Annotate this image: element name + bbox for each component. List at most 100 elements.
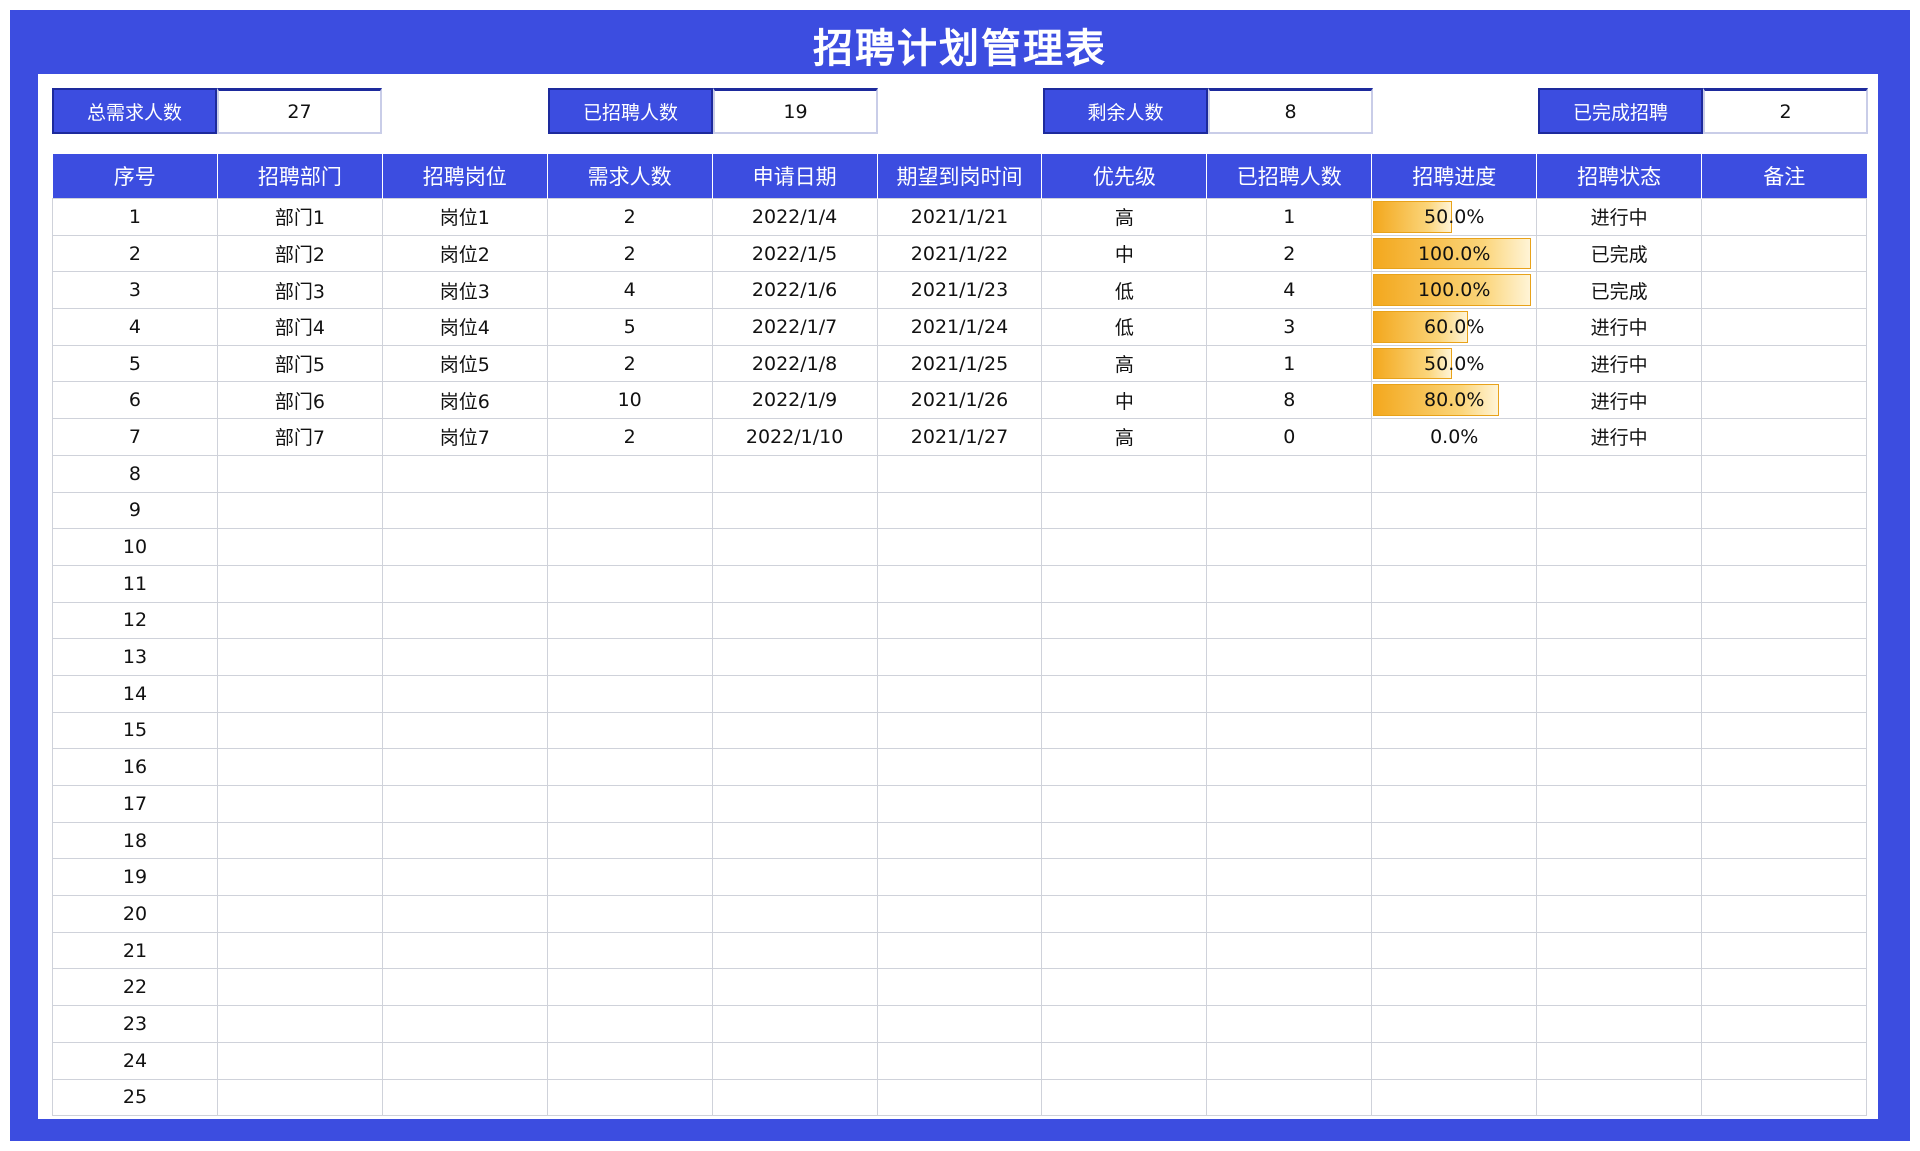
cell-no[interactable]: 24 (52, 1041, 218, 1080)
cell-need[interactable] (546, 968, 713, 1007)
cell-dept[interactable] (216, 1078, 383, 1117)
cell-status[interactable] (1536, 1041, 1703, 1080)
cell-expect-date[interactable] (876, 638, 1043, 676)
cell-post[interactable] (381, 748, 548, 786)
cell-priority[interactable]: 高 (1041, 344, 1208, 383)
cell-status[interactable] (1536, 674, 1703, 713)
cell-post[interactable] (381, 638, 548, 676)
cell-priority[interactable] (1041, 1005, 1208, 1043)
cell-post[interactable] (381, 1078, 548, 1117)
cell-hired[interactable] (1206, 1005, 1373, 1043)
cell-progress[interactable]: 80.0% (1371, 381, 1538, 420)
cell-note[interactable] (1701, 344, 1867, 383)
cell-dept[interactable] (216, 931, 383, 970)
cell-no[interactable]: 7 (52, 418, 218, 456)
cell-status[interactable] (1536, 711, 1703, 750)
cell-apply-date[interactable] (711, 638, 878, 676)
cell-need[interactable] (546, 895, 713, 933)
cell-post[interactable] (381, 968, 548, 1007)
cell-need[interactable]: 4 (546, 271, 713, 310)
cell-dept[interactable] (216, 564, 383, 603)
cell-progress[interactable]: 50.0% (1371, 198, 1538, 236)
cell-hired[interactable]: 8 (1206, 381, 1373, 420)
cell-progress[interactable] (1371, 785, 1538, 823)
cell-note[interactable] (1701, 748, 1867, 786)
cell-expect-date[interactable]: 2021/1/27 (876, 418, 1043, 456)
cell-no[interactable]: 18 (52, 821, 218, 860)
column-header[interactable]: 招聘部门 (217, 154, 383, 199)
cell-post[interactable] (381, 858, 548, 897)
cell-priority[interactable] (1041, 858, 1208, 897)
cell-no[interactable]: 10 (52, 528, 218, 566)
cell-apply-date[interactable]: 2022/1/9 (711, 381, 878, 420)
column-header[interactable]: 序号 (52, 154, 218, 199)
column-header[interactable]: 申请日期 (712, 154, 878, 199)
cell-post[interactable]: 岗位1 (381, 198, 548, 236)
cell-need[interactable] (546, 564, 713, 603)
cell-dept[interactable]: 部门6 (216, 381, 383, 420)
cell-status[interactable]: 已完成 (1536, 271, 1703, 310)
cell-progress[interactable]: 60.0% (1371, 308, 1538, 346)
cell-note[interactable] (1701, 968, 1867, 1007)
cell-progress[interactable] (1371, 1078, 1538, 1117)
cell-hired[interactable] (1206, 931, 1373, 970)
cell-no[interactable]: 5 (52, 344, 218, 383)
cell-dept[interactable]: 部门7 (216, 418, 383, 456)
cell-priority[interactable]: 高 (1041, 198, 1208, 236)
cell-dept[interactable]: 部门3 (216, 271, 383, 310)
cell-need[interactable]: 2 (546, 344, 713, 383)
cell-status[interactable] (1536, 748, 1703, 786)
cell-hired[interactable]: 1 (1206, 198, 1373, 236)
cell-status[interactable]: 进行中 (1536, 308, 1703, 346)
cell-status[interactable]: 已完成 (1536, 234, 1703, 273)
cell-no[interactable]: 23 (52, 1005, 218, 1043)
cell-dept[interactable] (216, 895, 383, 933)
cell-priority[interactable] (1041, 1078, 1208, 1117)
column-header[interactable]: 期望到岗时间 (877, 154, 1043, 199)
cell-dept[interactable] (216, 785, 383, 823)
cell-no[interactable]: 8 (52, 454, 218, 493)
cell-need[interactable]: 2 (546, 198, 713, 236)
stat-value[interactable]: 19 (713, 88, 878, 134)
cell-status[interactable] (1536, 858, 1703, 897)
cell-expect-date[interactable]: 2021/1/25 (876, 344, 1043, 383)
cell-note[interactable] (1701, 564, 1867, 603)
cell-need[interactable] (546, 454, 713, 493)
cell-status[interactable] (1536, 601, 1703, 640)
cell-dept[interactable] (216, 491, 383, 530)
cell-note[interactable] (1701, 821, 1867, 860)
cell-no[interactable]: 15 (52, 711, 218, 750)
cell-priority[interactable] (1041, 748, 1208, 786)
cell-expect-date[interactable] (876, 785, 1043, 823)
cell-apply-date[interactable] (711, 1005, 878, 1043)
cell-no[interactable]: 22 (52, 968, 218, 1007)
cell-priority[interactable] (1041, 454, 1208, 493)
cell-note[interactable] (1701, 1005, 1867, 1043)
cell-status[interactable]: 进行中 (1536, 381, 1703, 420)
cell-need[interactable] (546, 858, 713, 897)
cell-post[interactable] (381, 528, 548, 566)
cell-dept[interactable] (216, 968, 383, 1007)
cell-progress[interactable] (1371, 564, 1538, 603)
cell-dept[interactable] (216, 674, 383, 713)
column-header[interactable]: 招聘进度 (1371, 154, 1538, 199)
cell-progress[interactable]: 0.0% (1371, 418, 1538, 456)
cell-note[interactable] (1701, 1041, 1867, 1080)
cell-expect-date[interactable] (876, 748, 1043, 786)
cell-hired[interactable] (1206, 1041, 1373, 1080)
cell-progress[interactable]: 100.0% (1371, 234, 1538, 273)
cell-apply-date[interactable]: 2022/1/4 (711, 198, 878, 236)
cell-post[interactable] (381, 454, 548, 493)
cell-no[interactable]: 16 (52, 748, 218, 786)
cell-post[interactable] (381, 931, 548, 970)
cell-post[interactable] (381, 491, 548, 530)
cell-note[interactable] (1701, 1078, 1867, 1117)
cell-dept[interactable] (216, 528, 383, 566)
cell-progress[interactable] (1371, 748, 1538, 786)
cell-no[interactable]: 12 (52, 601, 218, 640)
cell-status[interactable] (1536, 454, 1703, 493)
cell-hired[interactable] (1206, 638, 1373, 676)
cell-expect-date[interactable] (876, 491, 1043, 530)
cell-no[interactable]: 9 (52, 491, 218, 530)
cell-no[interactable]: 6 (52, 381, 218, 420)
